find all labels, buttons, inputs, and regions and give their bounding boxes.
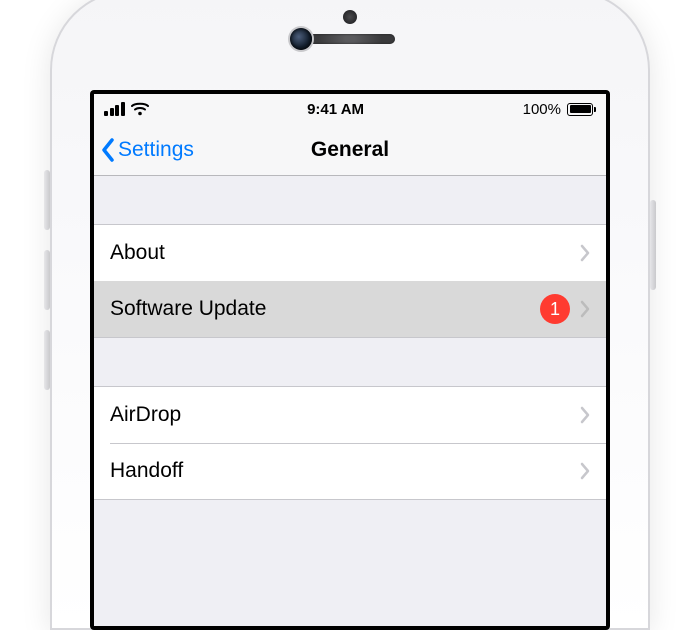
volume-up-button	[44, 250, 50, 310]
row-label: Handoff	[110, 459, 570, 483]
wifi-icon	[131, 102, 149, 116]
power-button	[650, 200, 656, 290]
chevron-right-icon	[580, 300, 590, 318]
status-bar: 9:41 AM 100%	[94, 94, 606, 124]
page-title: General	[311, 138, 389, 162]
nav-bar: Settings General	[94, 124, 606, 176]
row-airdrop[interactable]: AirDrop	[94, 387, 606, 443]
row-label: About	[110, 241, 570, 265]
back-button[interactable]: Settings	[100, 124, 194, 175]
mute-switch	[44, 170, 50, 230]
status-time: 9:41 AM	[307, 101, 364, 118]
back-label: Settings	[118, 138, 194, 162]
group-spacer	[94, 338, 606, 386]
settings-group-2: AirDrop Handoff	[94, 386, 606, 500]
status-right: 100%	[523, 101, 596, 118]
settings-group-1: About Software Update 1	[94, 224, 606, 338]
cellular-signal-icon	[104, 102, 125, 116]
battery-icon	[567, 103, 596, 116]
chevron-right-icon	[580, 244, 590, 262]
volume-down-button	[44, 330, 50, 390]
status-left	[104, 102, 149, 116]
battery-percent: 100%	[523, 101, 561, 118]
group-spacer	[94, 176, 606, 224]
row-label: Software Update	[110, 297, 540, 321]
earpiece-speaker	[305, 34, 395, 44]
screen-frame: 9:41 AM 100% Setting	[90, 90, 610, 630]
notification-badge: 1	[540, 294, 570, 324]
phone-chassis: 9:41 AM 100% Setting	[50, 0, 650, 630]
chevron-left-icon	[100, 136, 116, 164]
row-label: AirDrop	[110, 403, 570, 427]
row-about[interactable]: About	[94, 225, 606, 281]
screen: 9:41 AM 100% Setting	[94, 94, 606, 626]
chevron-right-icon	[580, 406, 590, 424]
row-handoff[interactable]: Handoff	[94, 443, 606, 499]
proximity-sensor	[343, 10, 357, 24]
row-software-update[interactable]: Software Update 1	[94, 281, 606, 337]
chevron-right-icon	[580, 462, 590, 480]
front-camera	[290, 28, 312, 50]
